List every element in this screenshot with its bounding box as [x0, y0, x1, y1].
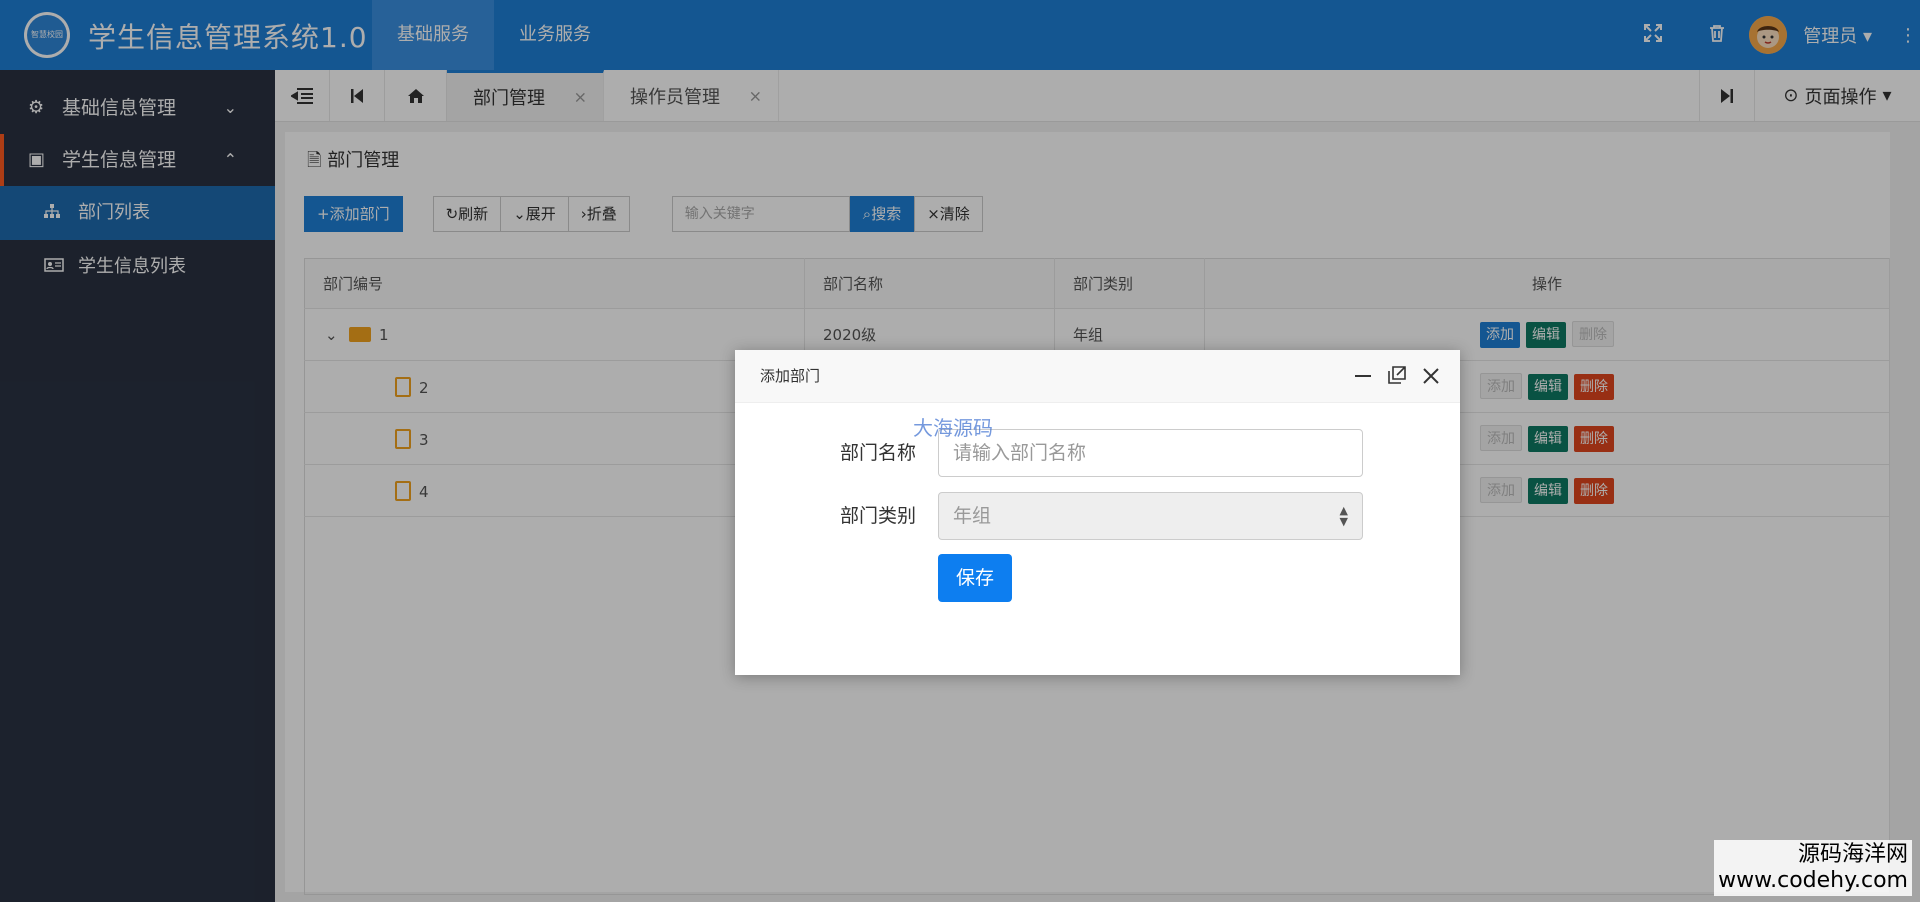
selected-category: 年组 — [953, 505, 992, 527]
site-watermark: 源码海洋网 www.codehy.com — [1714, 840, 1912, 896]
close-icon[interactable] — [1414, 365, 1448, 389]
overlay-watermark: 大海源码 — [913, 416, 993, 440]
dialog-header: 添加部门 — [735, 350, 1460, 403]
dialog-controls — [1346, 350, 1460, 403]
form-row-category: 部门类别 年组 ▲ ▼ — [735, 492, 1460, 540]
department-name-label: 部门名称 — [840, 442, 917, 464]
department-category-select[interactable]: 年组 ▲ ▼ — [938, 492, 1363, 540]
watermark-line1: 源码海洋网 — [1797, 842, 1908, 867]
save-button[interactable]: 保存 — [938, 554, 1012, 602]
dialog-title: 添加部门 — [760, 367, 821, 385]
watermark-line2: www.codehy.com — [1718, 868, 1908, 893]
form-row-name: 部门名称 请输入部门名称 — [735, 429, 1460, 477]
minimize-icon[interactable] — [1346, 365, 1380, 389]
maximize-icon[interactable] — [1380, 365, 1414, 389]
add-department-dialog: 添加部门 部门名称 请输入部门名称 大海源码 部门类别 年组 ▲ ▼ 保存 — [735, 350, 1460, 675]
department-name-input[interactable]: 请输入部门名称 — [938, 429, 1363, 477]
department-category-label: 部门类别 — [840, 505, 917, 527]
select-arrows-icon: ▲ ▼ — [1339, 504, 1348, 528]
